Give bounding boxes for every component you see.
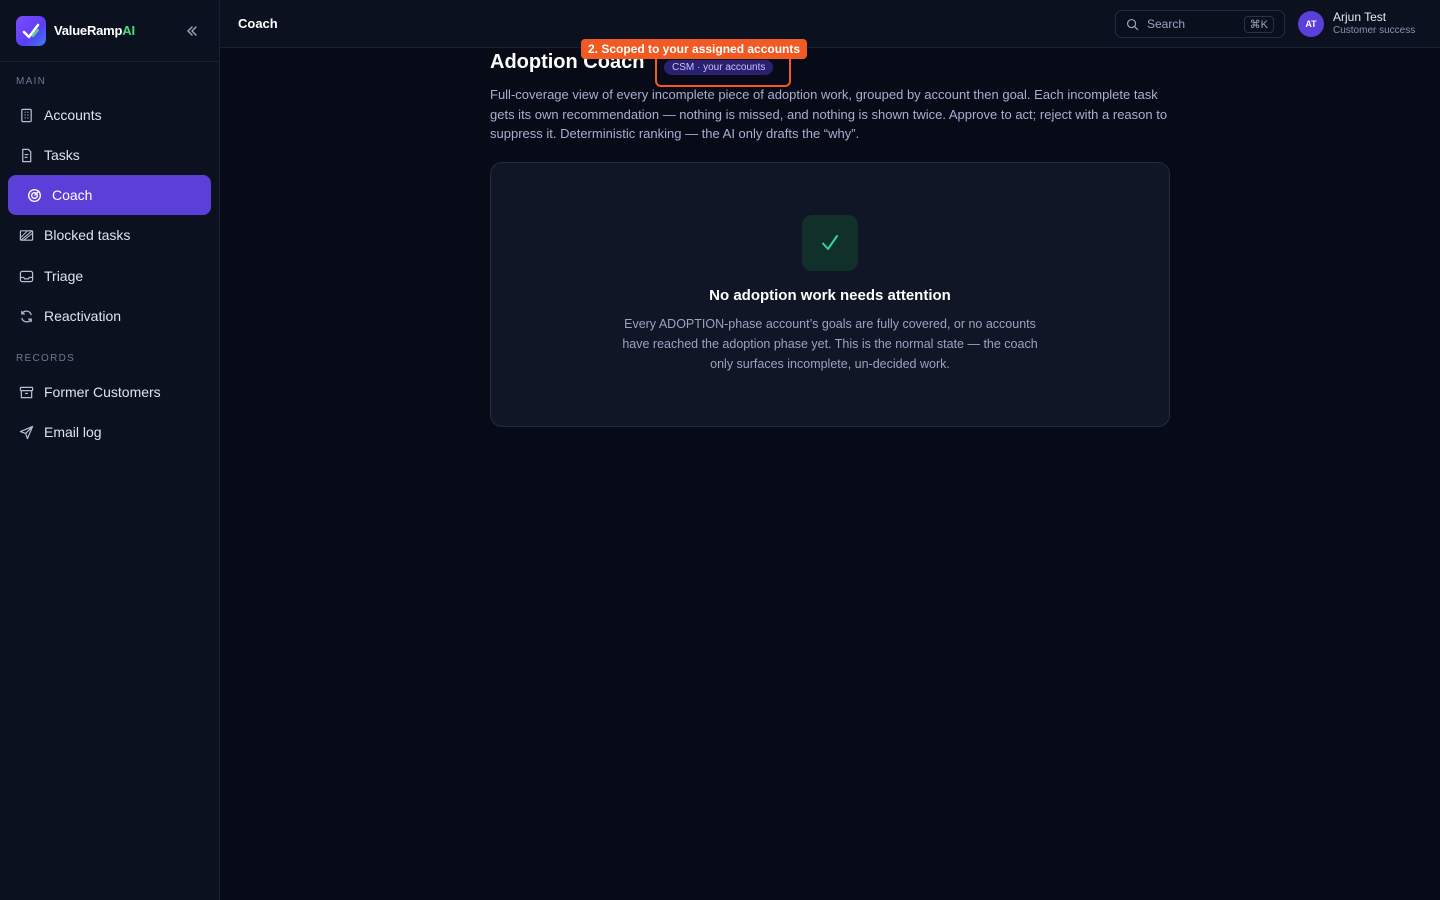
sidebar-item-triage[interactable]: Triage xyxy=(8,256,211,296)
sidebar-item-label: Email log xyxy=(44,424,102,440)
sidebar-item-blocked-tasks[interactable]: Blocked tasks xyxy=(8,215,211,255)
sidebar: ValueRampAI MAIN Accounts Tasks Coach Bl… xyxy=(0,0,220,900)
sidebar-item-label: Triage xyxy=(44,268,84,284)
sidebar-item-label: Reactivation xyxy=(44,308,122,324)
search-placeholder: Search xyxy=(1147,17,1186,31)
sidebar-item-label: Tasks xyxy=(44,147,80,163)
check-icon xyxy=(802,215,858,271)
avatar: AT xyxy=(1298,10,1324,37)
brand-name: ValueRampAI xyxy=(54,23,135,38)
sidebar-item-label: Coach xyxy=(52,187,93,203)
user-name: Arjun Test xyxy=(1333,10,1387,24)
sidebar-item-accounts[interactable]: Accounts xyxy=(8,95,211,135)
brand-header: ValueRampAI xyxy=(0,0,219,62)
sidebar-item-email-log[interactable]: Email log xyxy=(8,412,211,452)
section-label-records: RECORDS xyxy=(16,353,76,364)
sidebar-item-former-customers[interactable]: Former Customers xyxy=(8,372,211,412)
empty-state-body: Every ADOPTION-phase account’s goals are… xyxy=(622,317,1038,371)
sidebar-item-label: Former Customers xyxy=(44,384,161,400)
building-icon xyxy=(18,107,34,123)
search-shortcut: ⌘K xyxy=(1243,15,1274,33)
empty-state-card: No adoption work needs attention Every A… xyxy=(490,162,1170,427)
page-breadcrumb: Coach xyxy=(238,16,278,31)
search-input[interactable]: Search ⌘K xyxy=(1115,10,1285,38)
target-icon xyxy=(26,187,42,203)
empty-state-title: No adoption work needs attention xyxy=(709,287,951,304)
tour-callout[interactable]: 2. Scoped to your assigned accounts xyxy=(581,39,808,59)
sidebar-item-label: Blocked tasks xyxy=(44,227,131,243)
blocked-icon xyxy=(18,227,34,243)
page-description: Full-coverage view of every incomplete p… xyxy=(490,87,1168,141)
send-icon xyxy=(18,424,34,440)
sidebar-item-reactivation[interactable]: Reactivation xyxy=(8,296,211,336)
user-menu[interactable]: AT Arjun Test Customer success xyxy=(1298,10,1415,37)
topbar: Coach Search ⌘K AT Arjun Test Customer s… xyxy=(220,0,1440,48)
sidebar-item-coach[interactable]: Coach xyxy=(8,175,211,215)
clipboard-icon xyxy=(18,147,34,163)
logo-icon xyxy=(16,15,46,46)
sidebar-item-label: Accounts xyxy=(44,107,102,123)
inbox-icon xyxy=(18,268,34,284)
search-icon xyxy=(1126,18,1139,31)
collapse-sidebar-icon[interactable] xyxy=(181,20,203,42)
sidebar-item-tasks[interactable]: Tasks xyxy=(8,135,211,175)
user-role: Customer success xyxy=(1333,25,1416,36)
archive-icon xyxy=(18,384,34,400)
section-label-main: MAIN xyxy=(16,76,47,87)
refresh-icon xyxy=(18,308,34,324)
